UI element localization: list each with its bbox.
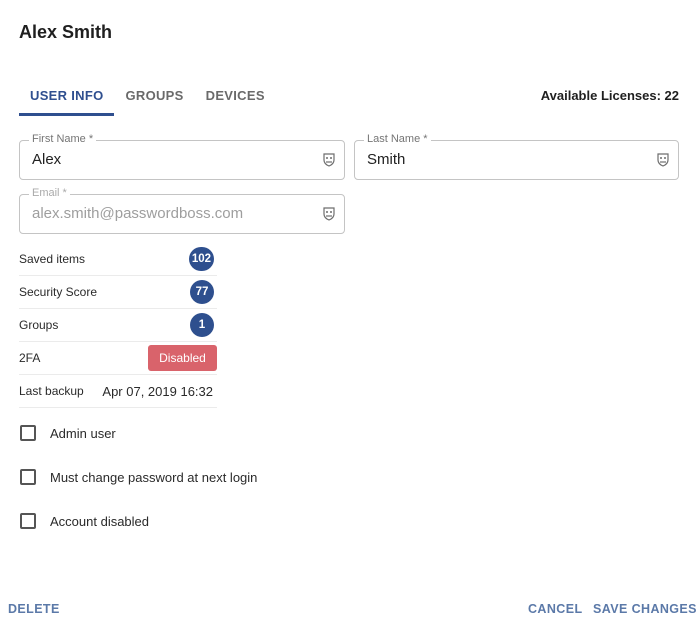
stat-groups: Groups 1	[19, 309, 217, 342]
email-value: alex.smith@passwordboss.com	[32, 205, 244, 222]
email-label: Email *	[29, 187, 70, 199]
account-disabled-label[interactable]: Account disabled	[50, 514, 149, 529]
stat-saved-items: Saved items 102	[19, 243, 217, 276]
must-change-password-label[interactable]: Must change password at next login	[50, 470, 257, 485]
password-manager-icon[interactable]	[321, 152, 337, 168]
stat-2fa: 2FA Disabled	[19, 342, 217, 375]
first-name-field[interactable]: First Name * Alex	[19, 133, 345, 180]
cancel-button[interactable]: CANCEL	[528, 602, 582, 616]
user-stats: Saved items 102 Security Score 77 Groups…	[19, 243, 217, 408]
saved-items-label: Saved items	[19, 252, 86, 266]
twofa-label: 2FA	[19, 351, 41, 365]
groups-badge: 1	[190, 313, 214, 337]
admin-user-checkbox[interactable]: Admin user	[20, 425, 116, 441]
stat-last-backup: Last backup Apr 07, 2019 16:32	[19, 375, 217, 408]
last-name-value[interactable]: Smith	[367, 151, 405, 168]
saved-items-badge: 102	[188, 247, 214, 271]
must-change-password-checkbox[interactable]: Must change password at next login	[20, 469, 257, 485]
security-score-label: Security Score	[19, 285, 98, 299]
first-name-label: First Name *	[29, 133, 97, 145]
stat-security-score: Security Score 77	[19, 276, 217, 309]
tab-user-info[interactable]: USER INFO	[19, 80, 115, 116]
available-licenses: Available Licenses: 22	[540, 88, 679, 103]
first-name-value[interactable]: Alex	[32, 151, 61, 168]
delete-button[interactable]: DELETE	[8, 602, 60, 616]
admin-user-label[interactable]: Admin user	[50, 426, 116, 441]
tab-bar: USER INFO GROUPS DEVICES	[19, 80, 276, 116]
password-manager-icon[interactable]	[655, 152, 671, 168]
last-backup-label: Last backup	[19, 384, 84, 398]
checkbox-box[interactable]	[20, 513, 36, 529]
last-backup-value: Apr 07, 2019 16:32	[102, 383, 213, 399]
save-changes-button[interactable]: SAVE CHANGES	[593, 602, 697, 616]
groups-label: Groups	[19, 318, 59, 332]
account-disabled-checkbox[interactable]: Account disabled	[20, 513, 149, 529]
twofa-status-badge: Disabled	[148, 345, 217, 371]
last-name-field[interactable]: Last Name * Smith	[354, 133, 679, 180]
security-score-badge: 77	[190, 280, 214, 304]
last-name-label: Last Name *	[364, 133, 431, 145]
tab-groups[interactable]: GROUPS	[114, 80, 194, 116]
checkbox-box[interactable]	[20, 425, 36, 441]
checkbox-box[interactable]	[20, 469, 36, 485]
tab-devices[interactable]: DEVICES	[195, 80, 276, 116]
password-manager-icon[interactable]	[321, 206, 337, 222]
page-title: Alex Smith	[19, 22, 113, 42]
email-field: Email * alex.smith@passwordboss.com	[19, 187, 345, 234]
